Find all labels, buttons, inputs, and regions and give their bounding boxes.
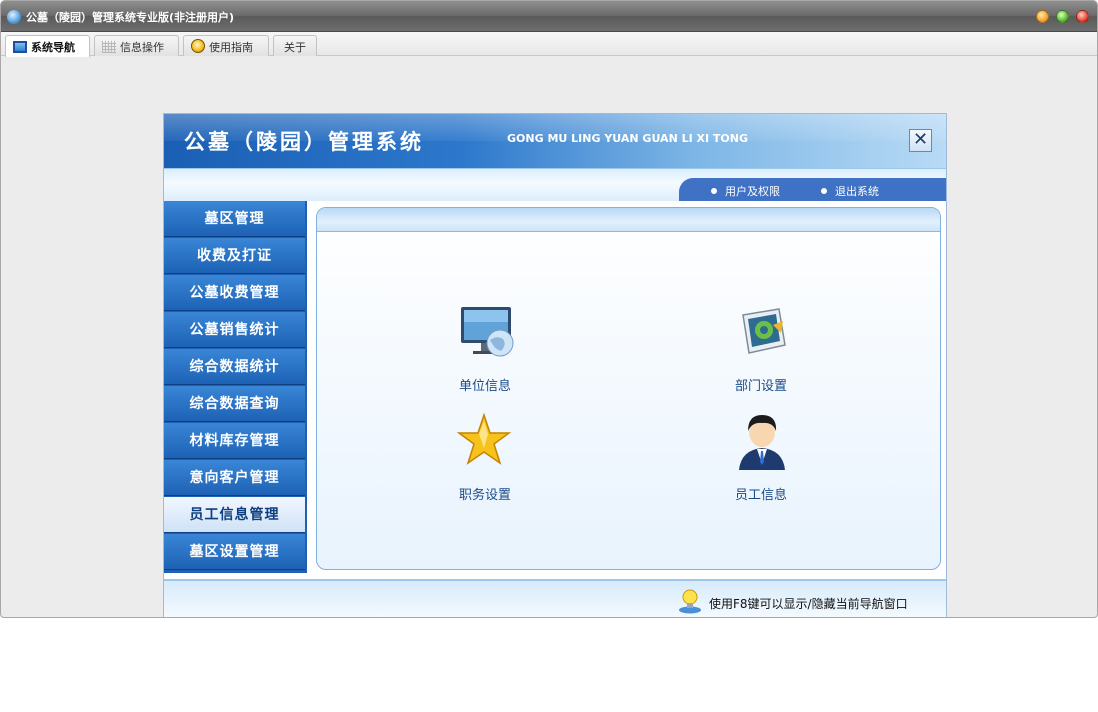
maximize-button[interactable] bbox=[1056, 10, 1069, 23]
title-bar[interactable]: 公墓（陵园）管理系统专业版(非注册用户) bbox=[1, 1, 1097, 32]
sidebar-item-data-query[interactable]: 综合数据查询 bbox=[164, 386, 305, 422]
sidebar-item-fees-certificates[interactable]: 收费及打证 bbox=[164, 238, 305, 274]
sidebar-item-fee-management[interactable]: 公墓收费管理 bbox=[164, 275, 305, 311]
staff-info-tile[interactable]: 员工信息 bbox=[706, 412, 816, 512]
unit-info-tile[interactable]: 单位信息 bbox=[430, 303, 540, 403]
settings-screen-icon bbox=[742, 308, 786, 354]
footer-hint: 使用F8键可以显示/隐藏当前导航窗口 bbox=[709, 597, 908, 611]
sidebar-item-sales-statistics[interactable]: 公墓销售统计 bbox=[164, 312, 305, 348]
tab-user-guide[interactable]: 使用指南 bbox=[183, 35, 269, 56]
app-window: 公墓（陵园）管理系统专业版(非注册用户) 系统导航 信息操作 使用指南 关于 公… bbox=[0, 0, 1098, 618]
exit-system-link[interactable]: 退出系统 bbox=[821, 183, 879, 199]
bullet-icon bbox=[821, 188, 827, 194]
grid-icon bbox=[102, 41, 116, 53]
window-close-button[interactable] bbox=[1076, 10, 1089, 23]
sidebar-item-cemetery-area[interactable]: 墓区管理 bbox=[164, 201, 305, 237]
tile-label: 员工信息 bbox=[734, 488, 787, 503]
monitor-icon bbox=[13, 41, 27, 53]
star-icon bbox=[457, 412, 512, 465]
sidebar-item-prospects[interactable]: 意向客户管理 bbox=[164, 460, 305, 496]
bullet-icon bbox=[711, 188, 717, 194]
app-logo-icon bbox=[7, 10, 21, 24]
system-subtitle: GONG MU LING YUAN GUAN LI XI TONG bbox=[507, 132, 749, 145]
tab-label: 系统导航 bbox=[31, 41, 75, 54]
person-icon bbox=[739, 415, 785, 470]
tile-label: 部门设置 bbox=[734, 379, 787, 394]
department-settings-tile[interactable]: 部门设置 bbox=[706, 303, 816, 403]
tab-bar: 系统导航 信息操作 使用指南 关于 bbox=[1, 32, 1097, 57]
lightbulb-icon bbox=[679, 589, 701, 614]
tab-label: 信息操作 bbox=[120, 41, 164, 54]
tile-label: 职务设置 bbox=[458, 488, 511, 503]
sidebar: 墓区管理 收费及打证 公墓收费管理 公墓销售统计 综合数据统计 综合数据查询 材… bbox=[164, 201, 307, 573]
sidebar-item-inventory[interactable]: 材料库存管理 bbox=[164, 423, 305, 459]
tab-info-operations[interactable]: 信息操作 bbox=[94, 35, 179, 56]
user-permissions-label: 用户及权限 bbox=[725, 185, 780, 198]
tab-label: 关于 bbox=[284, 41, 306, 54]
window-title: 公墓（陵园）管理系统专业版(非注册用户) bbox=[26, 11, 235, 24]
panel-close-button[interactable]: ✕ bbox=[909, 129, 932, 152]
smiley-icon bbox=[191, 39, 205, 53]
tile-label: 单位信息 bbox=[458, 379, 511, 394]
minimize-button[interactable] bbox=[1036, 10, 1049, 23]
exit-system-label: 退出系统 bbox=[835, 185, 879, 198]
content-header bbox=[317, 208, 940, 232]
sidebar-item-area-settings[interactable]: 墓区设置管理 bbox=[164, 534, 305, 570]
footer-bar: 使用F8键可以显示/隐藏当前导航窗口 bbox=[164, 579, 946, 617]
tab-about[interactable]: 关于 bbox=[273, 35, 317, 56]
monitor-globe-icon bbox=[461, 307, 514, 357]
sidebar-item-staff-info[interactable]: 员工信息管理 bbox=[164, 497, 305, 533]
user-permissions-link[interactable]: 用户及权限 bbox=[711, 183, 780, 199]
tab-label: 使用指南 bbox=[209, 41, 253, 54]
sidebar-item-data-statistics[interactable]: 综合数据统计 bbox=[164, 349, 305, 385]
content-area: 单位信息 部门设置 职务设置 员工信息 bbox=[316, 207, 941, 570]
user-bar: 用户及权限 退出系统 bbox=[679, 178, 946, 201]
tab-system-navigation[interactable]: 系统导航 bbox=[5, 35, 90, 57]
system-title: 公墓（陵园）管理系统 bbox=[184, 130, 424, 154]
job-title-settings-tile[interactable]: 职务设置 bbox=[430, 412, 540, 512]
navigation-panel: 公墓（陵园）管理系统 GONG MU LING YUAN GUAN LI XI … bbox=[163, 113, 947, 617]
